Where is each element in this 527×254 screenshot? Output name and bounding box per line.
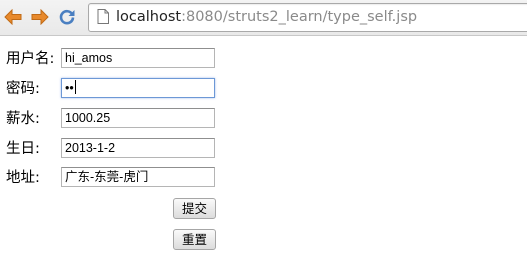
salary-input[interactable]: 1000.25 (61, 108, 215, 128)
page-icon (97, 9, 109, 24)
browser-toolbar: localhost:8080/struts2_learn/type_self.j… (0, 0, 527, 36)
username-input[interactable]: hi_amos (61, 48, 215, 68)
address-bar[interactable]: localhost:8080/struts2_learn/type_self.j… (88, 3, 527, 32)
submit-button[interactable]: 提交 (173, 198, 216, 219)
password-input[interactable]: •• (61, 78, 215, 98)
birthday-label: 生日: (6, 141, 40, 157)
url-host: localhost (116, 9, 182, 25)
type-self-form: 用户名: hi_amos 密码: •• 薪水: 1000.25 生日: 2013… (0, 35, 527, 254)
forward-button[interactable] (28, 6, 52, 28)
back-arrow-icon (4, 9, 22, 25)
address-label: 地址: (6, 170, 40, 186)
back-button[interactable] (1, 6, 25, 28)
url-path: :8080/struts2_learn/type_self.jsp (181, 9, 418, 25)
url-text: localhost:8080/struts2_learn/type_self.j… (116, 8, 417, 26)
birthday-input[interactable]: 2013-1-2 (61, 138, 215, 158)
reload-icon (59, 9, 75, 25)
password-label: 密码: (6, 81, 40, 97)
reload-button[interactable] (55, 6, 79, 28)
username-label: 用户名: (6, 51, 55, 67)
reset-button[interactable]: 重置 (173, 229, 216, 250)
address-input[interactable]: 广东-东莞-虎门 (61, 167, 215, 187)
password-mask: •• (65, 81, 74, 95)
text-caret (74, 80, 76, 94)
salary-label: 薪水: (6, 111, 40, 127)
forward-arrow-icon (31, 9, 49, 25)
